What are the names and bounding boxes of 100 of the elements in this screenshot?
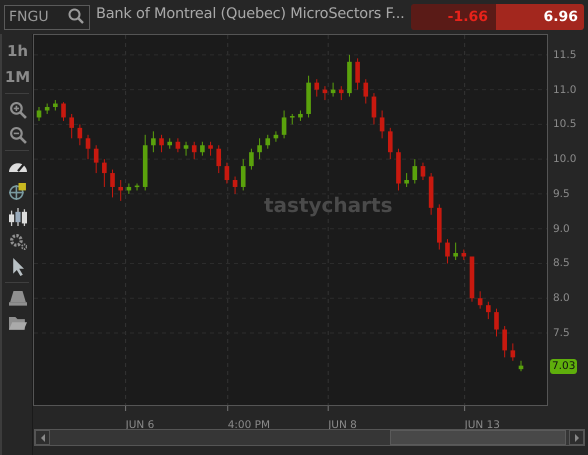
candle xyxy=(94,144,98,174)
candle xyxy=(126,183,132,194)
candle xyxy=(363,78,368,104)
candle xyxy=(134,183,140,191)
x-axis-tick xyxy=(328,406,329,412)
candle xyxy=(142,134,148,191)
instrument-name: Bank of Montreal (Quebec) MicroSectors F... xyxy=(96,5,405,24)
x-axis-label: 4:00 PM xyxy=(228,418,270,433)
candle xyxy=(404,172,409,188)
x-axis-tick xyxy=(125,406,126,412)
candle xyxy=(290,113,295,125)
candle xyxy=(372,92,376,125)
candle xyxy=(86,134,90,160)
candle xyxy=(494,308,499,337)
scrollbar-thumb[interactable] xyxy=(390,430,566,445)
candle xyxy=(102,158,107,188)
candle xyxy=(208,141,213,156)
candle xyxy=(257,138,262,160)
y-axis-label: 10.0 xyxy=(553,152,576,168)
candle xyxy=(184,141,188,156)
candle xyxy=(265,134,270,150)
candle xyxy=(274,130,278,142)
scroll-right-button[interactable] xyxy=(569,430,584,445)
x-axis-tick xyxy=(227,406,228,412)
candle xyxy=(518,360,524,372)
zoom-in-icon xyxy=(8,100,26,118)
candle xyxy=(322,86,328,101)
cursor-icon xyxy=(12,258,24,276)
candle xyxy=(502,326,507,358)
candle xyxy=(224,162,230,184)
candle xyxy=(510,342,516,362)
timeframe-button[interactable]: 1M xyxy=(2,64,33,90)
zoom-out-icon xyxy=(8,126,26,144)
folder-icon xyxy=(8,317,26,330)
candle xyxy=(110,169,115,198)
left-arrow-icon xyxy=(40,434,44,442)
candle xyxy=(355,58,360,90)
candle xyxy=(330,82,336,98)
candle xyxy=(396,148,401,191)
candle xyxy=(240,158,246,191)
candle xyxy=(192,141,197,160)
candle xyxy=(200,141,205,156)
candle xyxy=(159,134,164,153)
y-axis-label: 10.5 xyxy=(553,117,576,132)
price-change: -1.66 xyxy=(410,4,496,30)
symbol-field[interactable]: FNGU xyxy=(4,4,90,30)
y-axis-label: 7.5 xyxy=(553,326,570,341)
right-arrow-icon xyxy=(574,434,578,442)
x-axis-label: JUN 13 xyxy=(464,418,500,433)
candle xyxy=(167,138,172,150)
candle xyxy=(462,249,466,260)
last-price-tag: 7.03 xyxy=(550,358,578,374)
candle xyxy=(347,54,352,98)
candle xyxy=(453,242,458,260)
candle xyxy=(216,144,222,174)
scroll-left-button[interactable] xyxy=(35,430,50,445)
candle xyxy=(69,113,74,139)
crosshair-icon xyxy=(8,183,26,200)
candle xyxy=(437,204,442,250)
candlestick-icon xyxy=(8,208,26,226)
candle xyxy=(298,110,303,122)
drive-icon xyxy=(8,291,26,306)
candle xyxy=(428,172,434,216)
y-axis-label: 11.0 xyxy=(553,82,576,98)
x-axis-tick xyxy=(464,406,466,412)
candle xyxy=(380,110,384,139)
y-axis-label: 8.0 xyxy=(553,291,570,306)
candle xyxy=(470,256,474,302)
candle xyxy=(306,75,311,118)
gears-icon xyxy=(8,233,26,250)
gauge-icon xyxy=(8,160,26,172)
last-price: 6.96 xyxy=(496,4,584,30)
search-icon[interactable] xyxy=(68,8,84,24)
horizontal-scrollbar[interactable] xyxy=(34,429,585,446)
candle xyxy=(61,102,66,122)
y-axis-label: 9.0 xyxy=(553,222,570,237)
candle xyxy=(314,78,320,98)
candle xyxy=(78,124,82,146)
candle xyxy=(44,103,50,114)
candle xyxy=(282,110,286,139)
candle xyxy=(478,290,482,310)
candle xyxy=(388,127,393,160)
candle xyxy=(151,130,156,153)
timeframe-button[interactable]: 1h xyxy=(2,38,33,64)
candle xyxy=(249,148,254,170)
candle xyxy=(445,238,450,264)
candle xyxy=(338,86,344,101)
candle xyxy=(412,158,418,184)
candle xyxy=(36,106,42,122)
candle xyxy=(420,162,426,181)
candle xyxy=(486,301,491,320)
candle xyxy=(176,138,180,153)
y-axis-label: 11.5 xyxy=(553,48,576,63)
y-axis-label: 8.5 xyxy=(553,256,570,272)
x-axis-label: JUN 6 xyxy=(126,418,154,433)
y-axis-label: 9.5 xyxy=(553,186,570,202)
candle xyxy=(232,176,238,194)
candle xyxy=(53,100,58,111)
candle xyxy=(118,180,123,202)
x-axis-label: JUN 8 xyxy=(328,418,357,433)
